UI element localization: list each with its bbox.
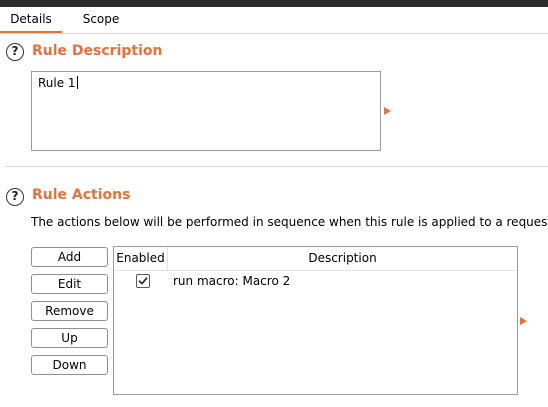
help-icon[interactable]: ? [6, 188, 24, 206]
window-top-bar [0, 0, 548, 7]
remove-button[interactable]: Remove [31, 301, 108, 321]
tab-scope[interactable]: Scope [68, 7, 134, 33]
rule-description-heading: Rule Description [32, 43, 163, 59]
rule-description-input[interactable]: Rule 1 [31, 71, 381, 151]
action-description: run macro: Macro 2 [173, 274, 291, 288]
column-header-enabled[interactable]: Enabled [114, 247, 168, 270]
text-caret [76, 76, 78, 89]
actions-table[interactable]: Enabled Description run macro: Macro 2 [113, 246, 518, 395]
down-button[interactable]: Down [31, 355, 108, 375]
help-icon[interactable]: ? [6, 43, 24, 61]
enabled-checkbox[interactable] [136, 274, 150, 288]
add-button[interactable]: Add [31, 247, 108, 267]
table-row[interactable]: run macro: Macro 2 [114, 271, 517, 291]
rule-description-value: Rule 1 [38, 76, 76, 90]
up-button[interactable]: Up [31, 328, 108, 348]
expand-arrow-icon[interactable] [384, 107, 391, 115]
tab-bar: Details Scope [0, 7, 548, 34]
rule-actions-heading: Rule Actions [32, 187, 131, 203]
column-header-description[interactable]: Description [168, 247, 517, 270]
expand-arrow-icon[interactable] [520, 317, 527, 325]
check-icon [138, 277, 148, 285]
tab-details[interactable]: Details [0, 7, 62, 33]
rule-editor: Details Scope ? Rule Description Rule 1 … [0, 0, 548, 407]
edit-button[interactable]: Edit [31, 274, 108, 294]
table-header: Enabled Description [114, 247, 517, 271]
section-divider [5, 166, 548, 167]
rule-actions-description: The actions below will be performed in s… [31, 215, 548, 229]
